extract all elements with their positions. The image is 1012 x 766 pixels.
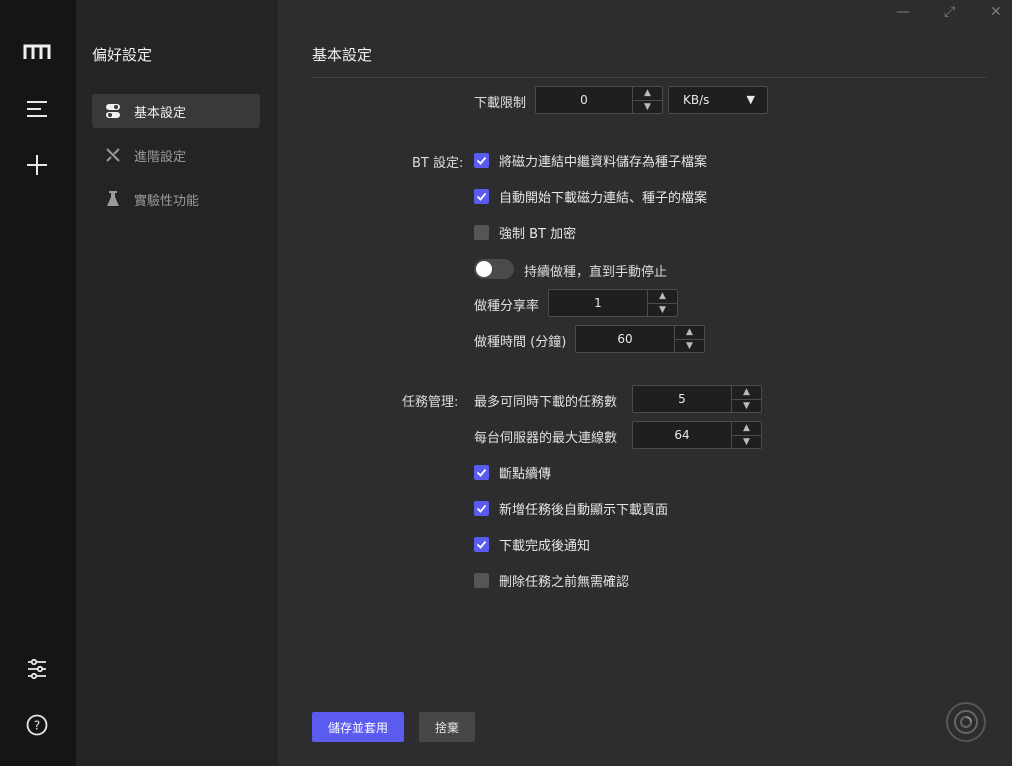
sidebar-item-label: 基本設定	[134, 105, 187, 121]
max-connections-input[interactable]: 64 ▲ ▼	[632, 421, 762, 449]
add-icon[interactable]	[22, 150, 52, 180]
speed-limit-value: 0	[580, 93, 588, 107]
preferences-sidebar: 偏好設定 基本設定 進階設定 實驗性功能	[76, 0, 278, 766]
save-apply-button[interactable]: 儲存並套用	[312, 712, 404, 742]
seeding-toggle-label: 持續做種，直到手動停止	[524, 265, 668, 280]
checkbox-checked-icon	[474, 537, 489, 552]
sidebar-item-basic[interactable]: 基本設定	[92, 94, 260, 128]
max-connections-label: 每台伺服器的最大連線數	[474, 431, 618, 446]
increment-icon[interactable]: ▲	[633, 87, 662, 101]
seed-time-value: 60	[617, 332, 633, 346]
max-concurrent-value: 5	[678, 392, 686, 406]
checkbox-no-delete-confirm[interactable]: 刪除任務之前無需確認	[474, 571, 629, 590]
decrement-icon[interactable]: ▼	[633, 101, 662, 114]
bt-section-label: BT 設定:	[412, 156, 464, 171]
seed-ratio-input[interactable]: 1 ▲ ▼	[548, 289, 678, 317]
title-divider	[312, 77, 986, 78]
flask-icon	[104, 190, 122, 208]
help-icon[interactable]: ?	[22, 710, 52, 740]
speed-limit-input[interactable]: 0 ▲ ▼	[535, 86, 663, 114]
decrement-icon[interactable]: ▼	[675, 340, 704, 353]
close-button[interactable]: ✕	[990, 4, 1002, 20]
speed-unit-value: KB/s	[683, 93, 710, 107]
seed-time-label: 做種時間 (分鐘)	[474, 335, 567, 350]
increment-icon[interactable]: ▲	[675, 326, 704, 340]
svg-text:?: ?	[34, 719, 40, 733]
max-connections-value: 64	[674, 428, 690, 442]
checkbox-checked-icon	[474, 189, 489, 204]
chevron-down-icon: ▼	[746, 93, 755, 106]
toggle-icon	[104, 102, 122, 120]
decrement-icon[interactable]: ▼	[732, 400, 761, 413]
tasks-section-label: 任務管理:	[402, 395, 459, 410]
settings-panel: — ⤢ ✕ 基本設定 下載限制 0 ▲ ▼ KB/s ▼ BT 設定: 將磁力連結…	[278, 0, 1012, 766]
checkbox-show-download-page[interactable]: 新增任務後自動顯示下載頁面	[474, 499, 668, 518]
discard-button[interactable]: 捨棄	[419, 712, 475, 742]
checkbox-auto-start-torrent[interactable]: 自動開始下載磁力連結、種子的檔案	[474, 187, 707, 206]
checkbox-unchecked-icon	[474, 225, 489, 240]
sidebar-item-label: 進階設定	[134, 149, 187, 165]
tools-icon	[104, 146, 122, 164]
checkbox-checked-icon	[474, 153, 489, 168]
increment-icon[interactable]: ▲	[648, 290, 677, 304]
settings-sliders-icon[interactable]	[22, 654, 52, 684]
decrement-icon[interactable]: ▼	[732, 436, 761, 449]
disk-icon	[954, 710, 978, 734]
max-concurrent-input[interactable]: 5 ▲ ▼	[632, 385, 762, 413]
seed-ratio-value: 1	[594, 296, 602, 310]
maximize-button[interactable]: ⤢	[944, 4, 955, 20]
engine-status-button[interactable]	[946, 702, 986, 742]
seeding-toggle[interactable]	[474, 259, 514, 279]
seed-time-input[interactable]: 60 ▲ ▼	[575, 325, 705, 353]
page-title: 基本設定	[312, 46, 373, 64]
speed-unit-select[interactable]: KB/s ▼	[668, 86, 768, 114]
app-logo-icon	[23, 44, 51, 59]
seed-ratio-label: 做種分享率	[474, 299, 540, 314]
checkbox-checked-icon	[474, 501, 489, 516]
menu-icon[interactable]	[22, 94, 52, 124]
max-concurrent-label: 最多可同時下載的任務數	[474, 395, 618, 410]
icon-rail: ?	[0, 0, 76, 766]
checkbox-notify-complete[interactable]: 下載完成後通知	[474, 535, 590, 554]
checkbox-resume-download[interactable]: 斷點續傳	[474, 463, 551, 482]
minimize-button[interactable]: —	[896, 4, 910, 20]
sidebar-item-label: 實驗性功能	[134, 193, 200, 209]
sidebar-item-experimental[interactable]: 實驗性功能	[92, 182, 260, 216]
increment-icon[interactable]: ▲	[732, 422, 761, 436]
sidebar-title: 偏好設定	[92, 46, 153, 64]
toggle-knob	[476, 261, 492, 277]
checkbox-unchecked-icon	[474, 573, 489, 588]
increment-icon[interactable]: ▲	[732, 386, 761, 400]
checkbox-save-magnet-metadata[interactable]: 將磁力連結中繼資料儲存為種子檔案	[474, 151, 707, 170]
decrement-icon[interactable]: ▼	[648, 304, 677, 317]
sidebar-item-advanced[interactable]: 進階設定	[92, 138, 260, 172]
speed-limit-label: 下載限制	[474, 96, 527, 111]
checkbox-checked-icon	[474, 465, 489, 480]
checkbox-force-bt-encryption[interactable]: 強制 BT 加密	[474, 223, 576, 242]
